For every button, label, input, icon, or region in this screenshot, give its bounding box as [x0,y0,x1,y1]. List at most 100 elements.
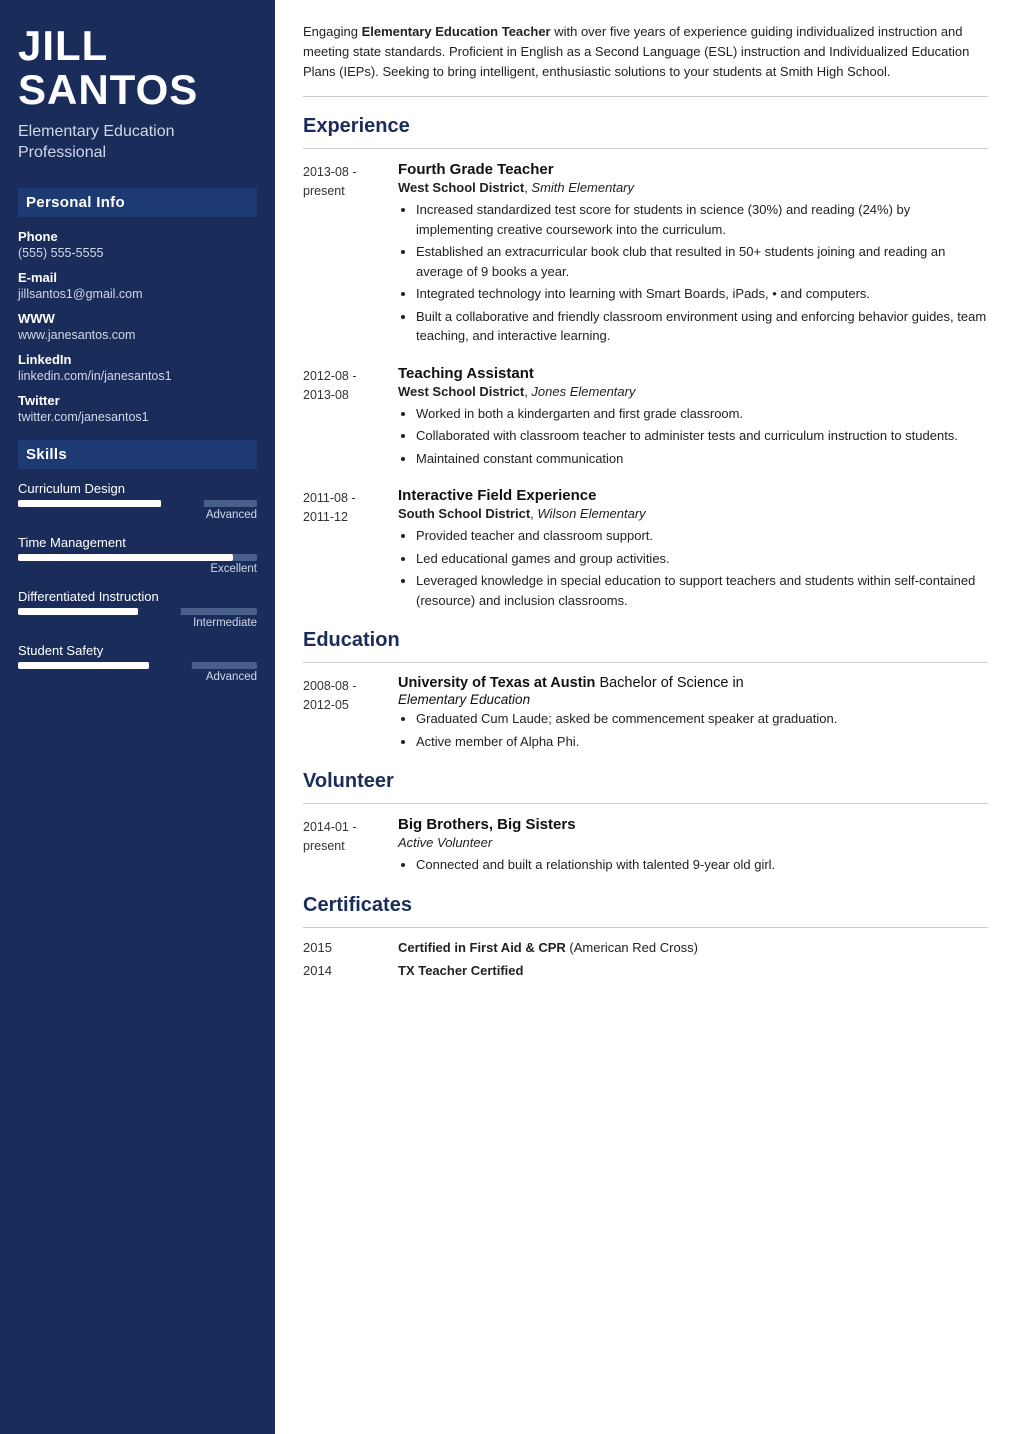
email-value: jillsantos1@gmail.com [18,287,257,301]
skill-bar-time [18,554,257,561]
volunteer-item-1: 2014-01 -present Big Brothers, Big Siste… [303,816,988,878]
exp-item-2: 2012-08 -2013-08 Teaching Assistant West… [303,365,988,472]
skill-item-diff: Differentiated Instruction Intermediate [18,589,257,629]
skill-bar-safety [18,662,257,669]
exp-bullets-3: Provided teacher and classroom support. … [398,526,988,610]
skill-fill-curriculum [18,500,161,507]
cert-desc-1: Certified in First Aid & CPR (American R… [398,940,988,955]
skill-name-diff: Differentiated Instruction [18,589,257,604]
edu-degree-rest: Bachelor of Science in [595,675,743,691]
summary-bold: Elementary Education Teacher [362,24,551,39]
cert-bold-1: Certified in First Aid & CPR [398,940,566,955]
exp-bullet-2-3: Maintained constant communication [416,449,988,469]
edu-bullet-1-2: Active member of Alpha Phi. [416,732,988,752]
education-section: Education 2008-08 -2012-05 University of… [303,629,988,754]
cert-rest-1: (American Red Cross) [566,940,698,955]
education-divider [303,662,988,663]
resume-container: JILL SANTOS Elementary Education Profess… [0,0,1016,1434]
volunteer-content-1: Big Brothers, Big Sisters Active Volunte… [398,816,988,878]
skill-level-diff: Intermediate [18,617,257,629]
www-info: WWW www.janesantos.com [18,311,257,342]
exp-company-school-2: Jones Elementary [531,384,635,399]
skill-level-time: Excellent [18,563,257,575]
skill-level-curriculum: Advanced [18,509,257,521]
exp-bullet-1-1: Increased standardized test score for st… [416,200,988,239]
linkedin-label: LinkedIn [18,352,257,367]
exp-company-name-3: South School District [398,506,530,521]
exp-company-name-1: West School District [398,180,524,195]
exp-bullet-2-1: Worked in both a kindergarten and first … [416,404,988,424]
exp-bullet-3-2: Led educational games and group activiti… [416,549,988,569]
exp-title-1: Fourth Grade Teacher [398,161,988,178]
exp-date-1: 2013-08 -present [303,161,398,349]
exp-bullets-1: Increased standardized test score for st… [398,200,988,346]
experience-divider [303,148,988,149]
exp-title-2: Teaching Assistant [398,365,988,382]
exp-bullet-1-2: Established an extracurricular book club… [416,242,988,281]
volunteer-role: Active Volunteer [398,835,988,850]
volunteer-date-1: 2014-01 -present [303,816,398,878]
candidate-name: JILL SANTOS [18,24,257,112]
exp-company-3: South School District, Wilson Elementary [398,506,988,521]
sidebar: JILL SANTOS Elementary Education Profess… [0,0,275,1434]
edu-date-1: 2008-08 -2012-05 [303,675,398,754]
phone-label: Phone [18,229,257,244]
exp-bullet-3-3: Leveraged knowledge in special education… [416,571,988,610]
linkedin-value: linkedin.com/in/janesantos1 [18,369,257,383]
phone-info: Phone (555) 555-5555 [18,229,257,260]
edu-bullet-1-1: Graduated Cum Laude; asked be commenceme… [416,709,988,729]
volunteer-bullets: Connected and built a relationship with … [398,855,988,875]
experience-title: Experience [303,115,988,138]
exp-bullets-2: Worked in both a kindergarten and first … [398,404,988,469]
exp-company-school-1: Smith Elementary [531,180,634,195]
cert-bold-2: TX Teacher Certified [398,963,523,978]
cert-item-1: 2015 Certified in First Aid & CPR (Ameri… [303,940,988,955]
personal-info-header: Personal Info [18,188,257,217]
skill-accent-curriculum [161,500,204,507]
skill-accent-safety [149,662,192,669]
skill-bar-curriculum [18,500,257,507]
skill-name-time: Time Management [18,535,257,550]
edu-degree-1: University of Texas at Austin Bachelor o… [398,675,988,707]
exp-company-name-2: West School District [398,384,524,399]
skill-fill-diff [18,608,138,615]
education-title: Education [303,629,988,652]
volunteer-section: Volunteer 2014-01 -present Big Brothers,… [303,770,988,878]
edu-item-1: 2008-08 -2012-05 University of Texas at … [303,675,988,754]
exp-title-3: Interactive Field Experience [398,487,988,504]
volunteer-org-title: Big Brothers, Big Sisters [398,816,988,833]
edu-degree-italic: Elementary Education [398,692,988,707]
volunteer-divider [303,803,988,804]
skill-item-safety: Student Safety Advanced [18,643,257,683]
skill-item-curriculum: Curriculum Design Advanced [18,481,257,521]
edu-university: University of Texas at Austin [398,675,595,691]
certificates-divider [303,927,988,928]
twitter-info: Twitter twitter.com/janesantos1 [18,393,257,424]
email-label: E-mail [18,270,257,285]
linkedin-info: LinkedIn linkedin.com/in/janesantos1 [18,352,257,383]
email-info: E-mail jillsantos1@gmail.com [18,270,257,301]
skill-level-safety: Advanced [18,671,257,683]
exp-bullet-2-2: Collaborated with classroom teacher to a… [416,426,988,446]
twitter-label: Twitter [18,393,257,408]
main-content: Engaging Elementary Education Teacher wi… [275,0,1016,1434]
experience-section: Experience 2013-08 -present Fourth Grade… [303,115,988,613]
volunteer-bullet-1: Connected and built a relationship with … [416,855,988,875]
skill-fill-time [18,554,233,561]
skills-header: Skills [18,440,257,469]
skill-item-time: Time Management Excellent [18,535,257,575]
exp-item-3: 2011-08 -2011-12 Interactive Field Exper… [303,487,988,613]
exp-bullet-1-4: Built a collaborative and friendly class… [416,307,988,346]
www-value: www.janesantos.com [18,328,257,342]
skill-bar-diff [18,608,257,615]
exp-content-3: Interactive Field Experience South Schoo… [398,487,988,613]
skill-fill-safety [18,662,149,669]
volunteer-role-italic: Active Volunteer [398,835,492,850]
cert-item-2: 2014 TX Teacher Certified [303,963,988,978]
exp-company-2: West School District, Jones Elementary [398,384,988,399]
skill-name-curriculum: Curriculum Design [18,481,257,496]
cert-desc-2: TX Teacher Certified [398,963,988,978]
edu-bullets-1: Graduated Cum Laude; asked be commenceme… [398,709,988,751]
exp-date-3: 2011-08 -2011-12 [303,487,398,613]
volunteer-title: Volunteer [303,770,988,793]
